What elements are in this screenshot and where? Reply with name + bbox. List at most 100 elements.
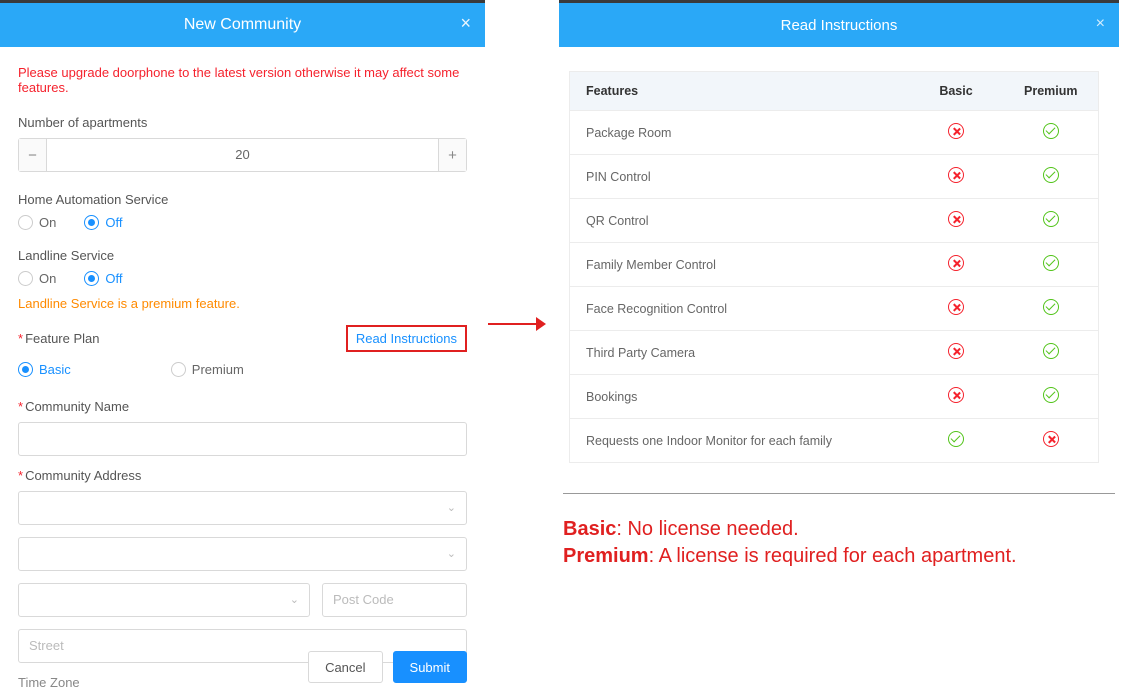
plan-basic-radio[interactable]: Basic — [18, 362, 71, 377]
annotation-arrow — [488, 314, 546, 334]
premium-cell — [1004, 419, 1099, 463]
feature-plan-radio-group: Basic Premium — [18, 362, 467, 377]
stepper-minus-button[interactable]: − — [19, 139, 47, 171]
feature-name: Requests one Indoor Monitor for each fam… — [570, 419, 909, 463]
home-auto-on-radio[interactable]: On — [18, 215, 56, 230]
x-icon — [948, 387, 964, 403]
feature-name: PIN Control — [570, 155, 909, 199]
address-select-1[interactable]: ⌄ — [18, 491, 467, 525]
feature-name: QR Control — [570, 199, 909, 243]
premium-explanation: Premium: A license is required for each … — [563, 545, 1119, 568]
premium-cell — [1004, 331, 1099, 375]
new-community-modal: New Community × Please upgrade doorphone… — [0, 3, 485, 697]
basic-cell — [909, 331, 1004, 375]
radio-off-label: Off — [105, 215, 122, 230]
basic-explanation: Basic: No license needed. — [563, 518, 1119, 541]
radio-icon — [84, 271, 99, 286]
radio-icon — [171, 362, 186, 377]
cancel-button[interactable]: Cancel — [308, 651, 382, 683]
x-icon — [948, 343, 964, 359]
table-row: Family Member Control — [570, 243, 1099, 287]
apartments-stepper: − 20 + — [18, 138, 467, 172]
instructions-header: Read Instructions × — [559, 3, 1119, 47]
divider — [563, 493, 1115, 494]
basic-cell — [909, 287, 1004, 331]
address-select-2[interactable]: ⌄ — [18, 537, 467, 571]
radio-icon — [84, 215, 99, 230]
plan-basic-label: Basic — [39, 362, 71, 377]
feature-plan-label: *Feature Plan — [18, 331, 100, 346]
submit-button[interactable]: Submit — [393, 651, 467, 683]
home-automation-label: Home Automation Service — [18, 192, 467, 207]
radio-icon — [18, 271, 33, 286]
landline-radio-group: On Off — [18, 271, 467, 286]
x-icon — [948, 123, 964, 139]
table-row: Package Room — [570, 111, 1099, 155]
basic-cell — [909, 111, 1004, 155]
table-row: Face Recognition Control — [570, 287, 1099, 331]
radio-icon — [18, 215, 33, 230]
required-star: * — [18, 331, 23, 346]
check-icon — [1043, 167, 1059, 183]
check-icon — [1043, 123, 1059, 139]
check-icon — [1043, 343, 1059, 359]
radio-off-label: Off — [105, 271, 122, 286]
x-icon — [948, 211, 964, 227]
feature-name: Package Room — [570, 111, 909, 155]
premium-cell — [1004, 375, 1099, 419]
check-icon — [1043, 255, 1059, 271]
required-star: * — [18, 399, 23, 414]
chevron-down-icon: ⌄ — [290, 584, 299, 616]
premium-cell — [1004, 243, 1099, 287]
basic-cell — [909, 419, 1004, 463]
community-address-label: *Community Address — [18, 468, 467, 483]
table-row: Bookings — [570, 375, 1099, 419]
x-icon — [1043, 431, 1059, 447]
th-premium: Premium — [1004, 72, 1099, 111]
premium-cell — [1004, 199, 1099, 243]
x-icon — [948, 167, 964, 183]
home-automation-radio-group: On Off — [18, 215, 467, 230]
feature-name: Family Member Control — [570, 243, 909, 287]
features-table: Features Basic Premium Package RoomPIN C… — [569, 71, 1099, 463]
check-icon — [1043, 211, 1059, 227]
table-row: Requests one Indoor Monitor for each fam… — [570, 419, 1099, 463]
address-select-3[interactable]: ⌄ — [18, 583, 310, 617]
plan-premium-radio[interactable]: Premium — [171, 362, 244, 377]
x-icon — [948, 255, 964, 271]
close-icon[interactable]: × — [1096, 15, 1105, 33]
check-icon — [1043, 387, 1059, 403]
upgrade-warning: Please upgrade doorphone to the latest v… — [18, 65, 467, 95]
landline-on-radio[interactable]: On — [18, 271, 56, 286]
premium-note: Landline Service is a premium feature. — [18, 296, 467, 311]
read-instructions-link[interactable]: Read Instructions — [346, 325, 467, 352]
premium-cell — [1004, 155, 1099, 199]
required-star: * — [18, 468, 23, 483]
table-row: PIN Control — [570, 155, 1099, 199]
check-icon — [948, 431, 964, 447]
plan-premium-label: Premium — [192, 362, 244, 377]
basic-cell — [909, 199, 1004, 243]
form-body: Please upgrade doorphone to the latest v… — [0, 47, 485, 690]
instructions-title: Read Instructions — [781, 17, 898, 34]
apartments-value: 20 — [47, 139, 438, 171]
radio-on-label: On — [39, 215, 56, 230]
community-name-label: *Community Name — [18, 399, 467, 414]
community-name-input[interactable] — [18, 422, 467, 456]
read-instructions-panel: Read Instructions × Features Basic Premi… — [559, 3, 1119, 572]
modal-header: New Community × — [0, 3, 485, 47]
arrow-line — [488, 323, 538, 325]
table-row: Third Party Camera — [570, 331, 1099, 375]
table-row: QR Control — [570, 199, 1099, 243]
postcode-input[interactable]: Post Code — [322, 583, 467, 617]
radio-icon — [18, 362, 33, 377]
home-auto-off-radio[interactable]: Off — [84, 215, 122, 230]
modal-footer: Cancel Submit — [308, 651, 467, 683]
th-basic: Basic — [909, 72, 1004, 111]
close-icon[interactable]: × — [460, 13, 471, 34]
landline-off-radio[interactable]: Off — [84, 271, 122, 286]
basic-cell — [909, 375, 1004, 419]
radio-on-label: On — [39, 271, 56, 286]
stepper-plus-button[interactable]: + — [438, 139, 466, 171]
apartments-label: Number of apartments — [18, 115, 467, 130]
